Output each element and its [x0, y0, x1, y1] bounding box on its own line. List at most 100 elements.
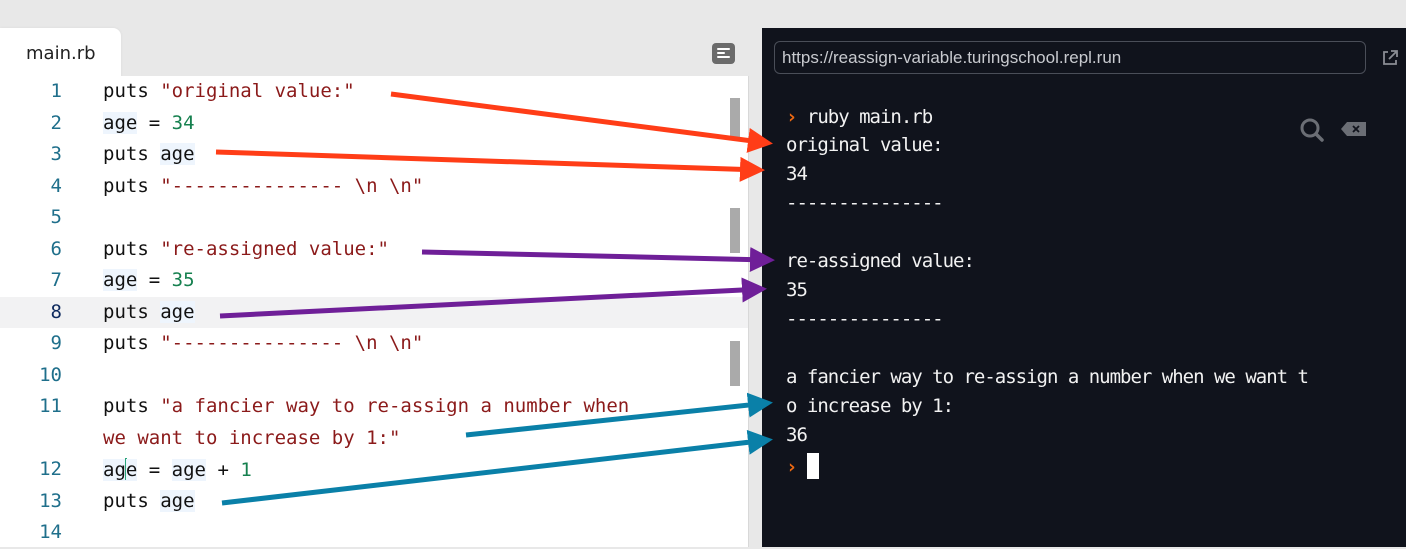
string-token: "original value:": [160, 80, 355, 102]
external-link-icon[interactable]: [1380, 48, 1400, 68]
code-line[interactable]: 13 puts age: [0, 486, 748, 518]
code-editor[interactable]: 1 puts "original value:" 2 age = 34 3 puts ag…: [0, 76, 748, 547]
editor-panel: main.rb 1 puts "original value:" 2 age = 34…: [0, 0, 763, 547]
string-token: "--------------- \n \n": [160, 332, 424, 354]
variable-token: age: [160, 489, 195, 512]
line-number: 11: [39, 395, 62, 417]
url-bar[interactable]: https://reassign-variable.turingschool.r…: [774, 41, 1366, 74]
string-token: "a fancier way to re-assign a number whe…: [160, 395, 630, 417]
code-text: puts "a fancier way to re-assign a numbe…: [103, 395, 629, 417]
code-line[interactable]: we want to increase by 1:": [0, 423, 748, 455]
search-icon[interactable]: [1298, 116, 1326, 144]
clear-console-icon[interactable]: [1340, 120, 1368, 138]
line-number: 2: [50, 111, 62, 134]
output-line: 34: [786, 163, 808, 185]
line-number: 7: [50, 269, 62, 291]
format-lines-icon[interactable]: [712, 43, 735, 64]
code-text: puts age: [103, 300, 195, 323]
output-line: ---------------: [786, 308, 944, 330]
line-number: 6: [50, 237, 62, 260]
code-line[interactable]: 2 age = 34: [0, 108, 748, 140]
url-text: https://reassign-variable.turingschool.r…: [782, 48, 1122, 67]
code-line[interactable]: 3 puts age: [0, 139, 748, 171]
output-line: a fancier way to re-assign a number when…: [786, 366, 1309, 388]
line-number: 4: [50, 174, 62, 197]
command-text: ruby main.rb: [806, 106, 933, 128]
output-line: o increase by 1:: [786, 395, 954, 417]
scroll-marker: [730, 208, 740, 253]
code-text: puts "re-assigned value:": [103, 238, 389, 260]
code-token: puts: [103, 300, 161, 323]
output-line: 35: [786, 279, 808, 301]
code-text: age = 35: [103, 269, 195, 291]
terminal-cursor: [806, 453, 819, 479]
code-token: puts: [103, 395, 161, 417]
string-token: "--------------- \n \n": [160, 174, 424, 197]
code-token: puts: [103, 143, 161, 165]
code-line[interactable]: 1 puts "original value:": [0, 76, 748, 108]
code-line[interactable]: 5: [0, 202, 748, 234]
number-token: 35: [171, 269, 195, 291]
variable-token: age: [103, 111, 138, 134]
code-text: age = 34: [103, 111, 195, 134]
code-token: puts: [103, 237, 161, 260]
code-token: =: [137, 269, 172, 291]
line-number: 1: [50, 80, 62, 102]
code-line[interactable]: 6 puts "re-assigned value:": [0, 234, 748, 266]
tab-label: main.rb: [26, 43, 96, 64]
code-line[interactable]: 7 age = 35: [0, 265, 748, 297]
string-token: we want to increase by 1:": [103, 426, 401, 449]
code-text: puts "original value:": [103, 80, 355, 102]
scroll-marker: [730, 98, 740, 138]
number-token: 1: [240, 459, 252, 481]
variable-token: ag: [103, 459, 126, 481]
code-line[interactable]: 12 age = age + 1: [0, 454, 748, 486]
line-number: 8: [50, 300, 62, 323]
code-text: age = age + 1: [103, 458, 252, 481]
code-text: puts "--------------- \n \n": [103, 332, 423, 354]
code-token: =: [137, 111, 172, 134]
line-number: 13: [39, 489, 62, 512]
prompt-icon: ›: [786, 456, 797, 478]
code-token: puts: [103, 174, 161, 197]
prompt-icon: ›: [786, 106, 797, 128]
string-token: "re-assigned value:": [160, 237, 389, 260]
code-line[interactable]: 4 puts "--------------- \n \n": [0, 171, 748, 203]
output-line: ---------------: [786, 192, 944, 214]
variable-token: age: [160, 300, 195, 323]
line-number: 3: [50, 143, 62, 165]
variable-token: age: [160, 143, 195, 165]
output-line: re-assigned value:: [786, 250, 975, 272]
code-line[interactable]: 14: [0, 517, 748, 549]
line-number: 5: [50, 206, 62, 228]
code-token: +: [206, 459, 241, 481]
input-prompt[interactable]: ›: [786, 453, 819, 479]
editor-scrollbar[interactable]: [748, 76, 763, 547]
code-line[interactable]: 9 puts "--------------- \n \n": [0, 328, 748, 360]
tab-main-rb[interactable]: main.rb: [0, 28, 121, 78]
line-number: 12: [39, 458, 62, 480]
output-line: 36: [786, 424, 808, 446]
console-panel[interactable]: https://reassign-variable.turingschool.r…: [762, 28, 1406, 547]
variable-token: age: [171, 459, 206, 481]
code-text: puts "--------------- \n \n": [103, 175, 423, 197]
line-number: 9: [50, 332, 62, 354]
variable-token: age: [103, 269, 138, 291]
line-number: 14: [39, 521, 62, 543]
code-text: puts age: [103, 143, 195, 165]
code-token: puts: [103, 80, 161, 102]
variable-token: e: [125, 459, 138, 481]
code-line[interactable]: 8 puts age: [0, 296, 748, 328]
code-text: puts age: [103, 489, 195, 512]
number-token: 34: [171, 111, 195, 134]
command-line: › ruby main.rb: [786, 106, 933, 128]
code-token: =: [137, 459, 172, 481]
code-token: puts: [103, 489, 161, 512]
output-line: original value:: [786, 134, 944, 156]
code-line[interactable]: 11 puts "a fancier way to re-assign a num…: [0, 391, 748, 423]
line-number: 10: [39, 363, 62, 386]
code-token: puts: [103, 332, 161, 354]
code-text: we want to increase by 1:": [103, 427, 400, 449]
code-line[interactable]: 10: [0, 360, 748, 392]
scroll-marker: [730, 341, 740, 386]
